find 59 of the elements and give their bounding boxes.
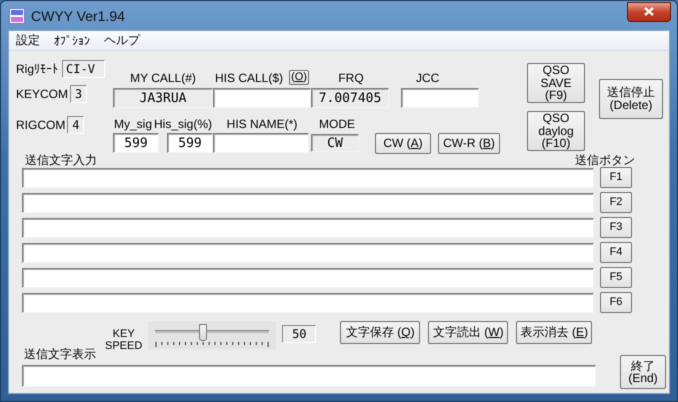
his-sig-field[interactable]: 599 xyxy=(167,133,213,153)
field-label: MODE xyxy=(319,117,355,131)
key-speed-label: KEY SPEED xyxy=(105,327,142,352)
send-text-field[interactable] xyxy=(22,292,594,312)
menu-item[interactable]: 設定 xyxy=(16,32,40,49)
send-text-field[interactable] xyxy=(22,268,594,288)
field-label: My_sig xyxy=(114,117,152,131)
text-action-button[interactable]: 文字保存 (Q) xyxy=(340,321,420,344)
function-key-button[interactable]: F2 xyxy=(600,192,632,213)
function-key-button[interactable]: F1 xyxy=(600,167,632,188)
window-title: CWYY Ver1.94 xyxy=(31,8,126,24)
my-call-field: JA3RUA xyxy=(113,88,213,108)
send-text-field[interactable] xyxy=(22,242,594,262)
section-label: 送信文字入力 xyxy=(25,152,97,169)
function-key-button[interactable]: F4 xyxy=(600,242,632,263)
text-action-button[interactable]: 文字読出 (W) xyxy=(428,321,508,344)
close-icon xyxy=(644,7,654,16)
function-key-button[interactable]: F6 xyxy=(600,292,632,313)
rigcom-field: 4 xyxy=(67,116,84,134)
key-speed-slider[interactable] xyxy=(148,321,276,349)
field-label: HIS CALL($) xyxy=(214,71,284,85)
field-label: MY CALL(#) xyxy=(130,71,196,85)
tick-marks-icon xyxy=(155,342,270,347)
menu-item[interactable]: ヘルプ xyxy=(104,32,140,49)
mode-field: CW xyxy=(311,134,359,152)
field-label: Rigﾘﾓｰﾄ xyxy=(16,62,58,76)
mode-button[interactable]: CW (A) xyxy=(375,132,431,154)
field-label: JCC xyxy=(416,71,440,85)
field-label: KEYCOM xyxy=(16,87,68,101)
function-key-button[interactable]: F5 xyxy=(600,267,632,288)
menu-item[interactable]: ｵﾌﾟｼｮﾝ xyxy=(54,34,90,48)
his-call-button[interactable]: (O) xyxy=(289,70,310,85)
send-text-field[interactable] xyxy=(22,192,594,212)
function-key-button[interactable]: F3 xyxy=(600,217,632,238)
field-label: RIGCOM xyxy=(16,118,66,132)
mode-button[interactable]: CW-R (B) xyxy=(438,132,500,154)
stop-send-button[interactable]: 送信停止 (Delete) xyxy=(599,79,663,119)
field-label: His_sig(%) xyxy=(154,117,212,131)
qso-button[interactable]: QSO daylog (F10) xyxy=(527,111,585,151)
slider-thumb[interactable] xyxy=(199,324,208,341)
text-action-button[interactable]: 表示消去 (E) xyxy=(516,321,592,344)
jcc-field[interactable] xyxy=(401,88,479,108)
his-name-field[interactable] xyxy=(213,133,309,153)
section-label: 送信文字表示 xyxy=(23,346,97,364)
close-button[interactable] xyxy=(627,2,671,22)
app-icon xyxy=(9,8,25,24)
keycom-field: 3 xyxy=(70,85,88,103)
rig-remote-field: CI-V xyxy=(62,60,105,78)
his-call-field[interactable] xyxy=(213,88,311,108)
end-button[interactable]: 終了 (End) xyxy=(620,355,666,390)
frq-field: 7.007405 xyxy=(311,88,389,108)
qso-button[interactable]: QSO SAVE (F9) xyxy=(527,63,585,103)
send-text-field[interactable] xyxy=(22,168,594,188)
section-label: 送信ボタン xyxy=(575,152,635,169)
my-sig-field[interactable]: 599 xyxy=(113,133,159,153)
field-label: HIS NAME(*) xyxy=(226,117,298,131)
key-speed-value: 50 xyxy=(282,325,316,343)
send-text-field[interactable] xyxy=(22,218,594,238)
field-label: FRQ xyxy=(338,71,364,85)
